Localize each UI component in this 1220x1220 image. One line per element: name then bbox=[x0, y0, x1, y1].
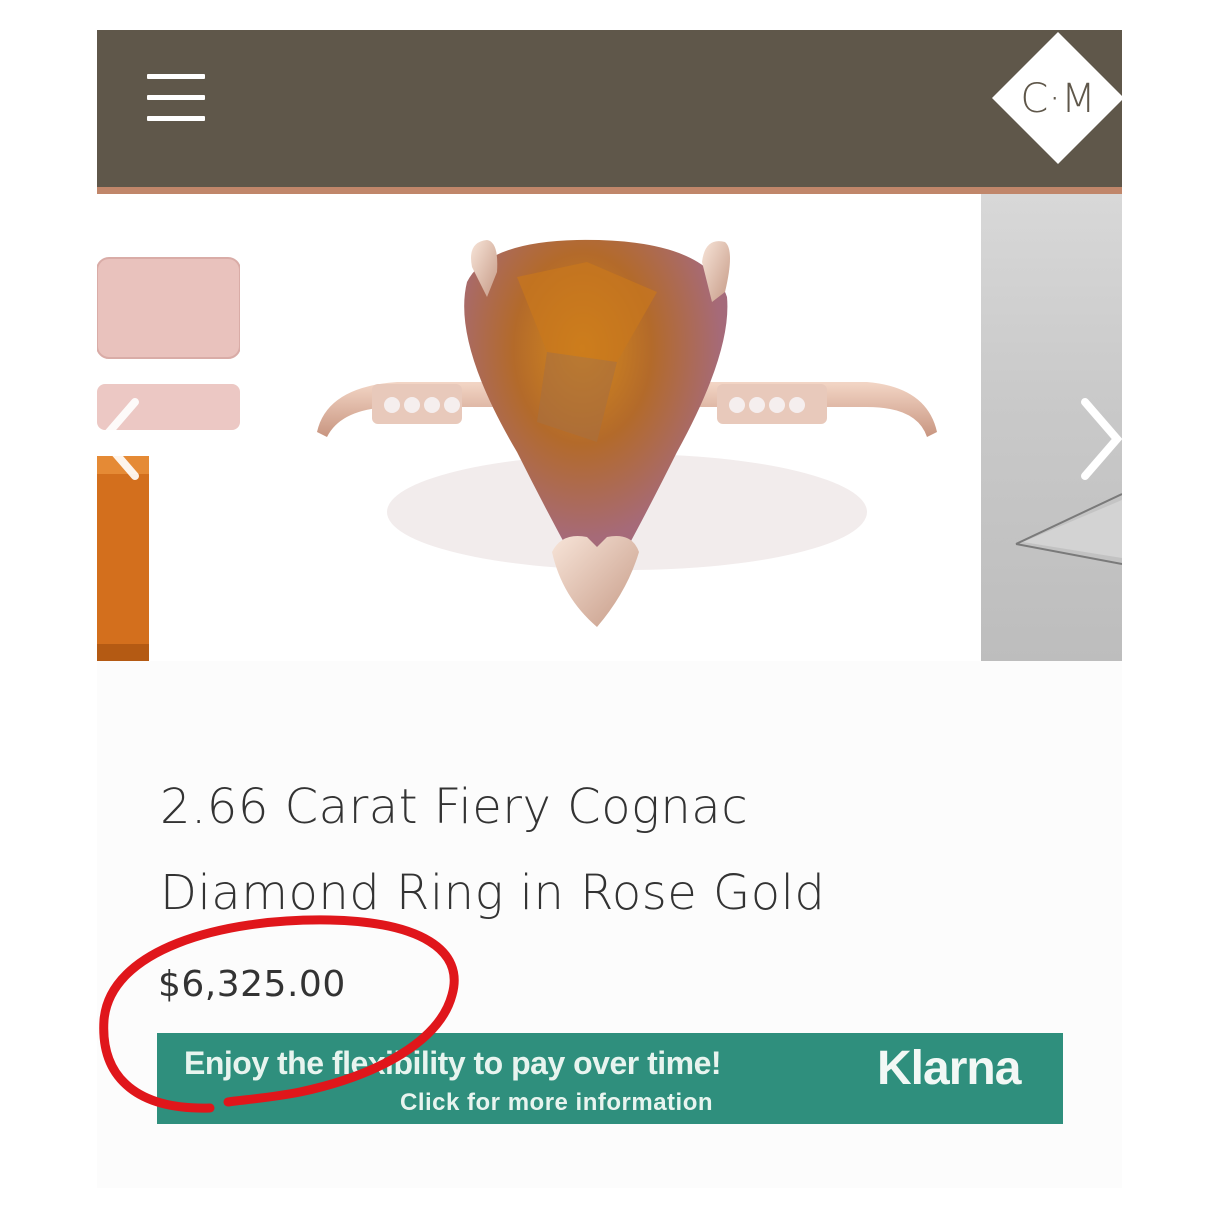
chevron-right-icon[interactable] bbox=[1077, 394, 1122, 484]
product-image-carousel[interactable] bbox=[97, 194, 1122, 661]
page-frame: C·M bbox=[97, 30, 1122, 1188]
klarna-banner-subtext: Click for more information bbox=[400, 1089, 714, 1116]
product-main-image bbox=[317, 239, 937, 627]
product-title-line2: Diamond Ring in Rose Gold bbox=[160, 865, 826, 921]
site-header: C·M bbox=[97, 30, 1122, 187]
product-price: $6,325.00 bbox=[158, 964, 346, 1005]
hamburger-menu-icon[interactable] bbox=[147, 74, 207, 122]
chevron-left-icon[interactable] bbox=[97, 394, 147, 484]
klarna-logo: Klarna bbox=[877, 1042, 1021, 1095]
klarna-banner-headline: Enjoy the flexibility to pay over time! bbox=[184, 1045, 722, 1081]
header-accent-bar bbox=[97, 187, 1122, 194]
product-title: 2.66 Carat Fiery Cognac Diamond Ring in … bbox=[160, 764, 1060, 936]
klarna-financing-banner[interactable]: Enjoy the flexibility to pay over time! … bbox=[157, 1033, 1063, 1124]
product-title-line1: 2.66 Carat Fiery Cognac bbox=[160, 779, 749, 835]
site-logo[interactable]: C·M bbox=[990, 30, 1122, 166]
logo-text: C·M bbox=[1020, 76, 1095, 122]
